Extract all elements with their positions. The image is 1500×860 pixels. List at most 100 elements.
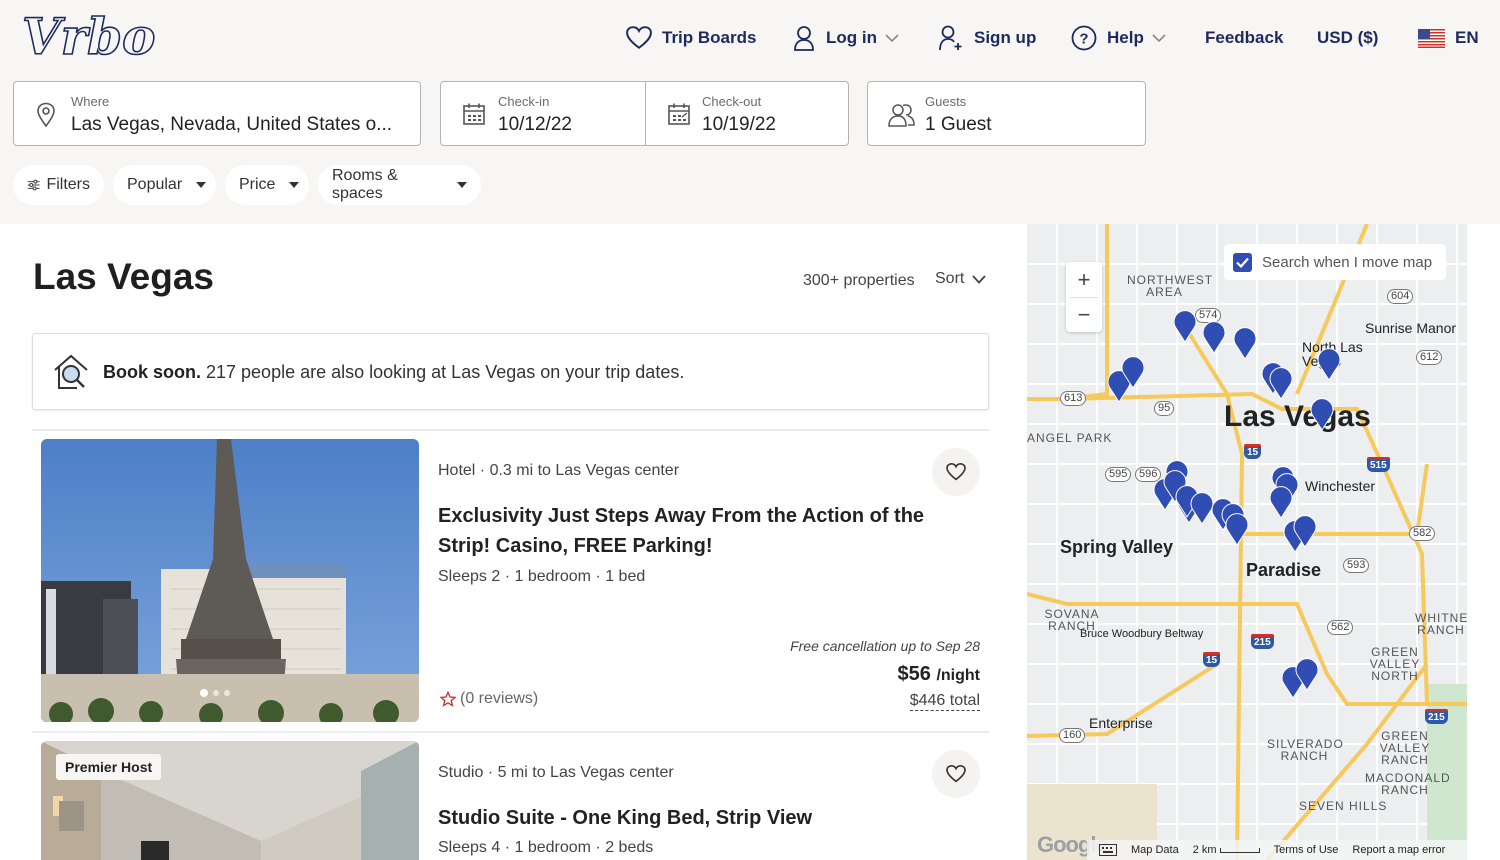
- log-in-menu[interactable]: Log in: [792, 22, 899, 54]
- keyboard-icon[interactable]: [1099, 844, 1117, 856]
- save-to-trip-board-button[interactable]: [932, 750, 980, 798]
- property-count: 300+ properties: [803, 272, 915, 289]
- where-field[interactable]: Where Las Vegas, Nevada, United States o…: [13, 81, 421, 146]
- log-in-label: Log in: [826, 28, 877, 47]
- eiffel-tower-photo: [41, 439, 419, 722]
- interstate-shield: 515: [1367, 457, 1390, 472]
- listing-photo[interactable]: [41, 439, 419, 722]
- add-user-icon: [939, 25, 962, 51]
- reviews-count: (0 reviews): [460, 690, 539, 707]
- guests-label: Guests: [925, 94, 967, 109]
- route-shield: 562: [1327, 620, 1354, 635]
- map-pin[interactable]: [1310, 397, 1334, 431]
- popular-dropdown[interactable]: Popular: [113, 165, 216, 205]
- map-pin[interactable]: [1293, 514, 1317, 548]
- help-icon: ?: [1071, 25, 1097, 51]
- where-value: Las Vegas, Nevada, United States o...: [71, 114, 393, 135]
- report-map-error-link[interactable]: Report a map error: [1352, 844, 1445, 856]
- interstate-shield: 215: [1251, 634, 1274, 649]
- feedback-label: Feedback: [1205, 28, 1284, 47]
- map-label: SILVERADO RANCH: [1267, 737, 1344, 763]
- map-pin[interactable]: [1317, 347, 1341, 381]
- check-out-label: Check-out: [702, 94, 762, 109]
- rooms-spaces-label: Rooms & spaces: [332, 167, 398, 202]
- currency-selector[interactable]: USD ($): [1317, 22, 1378, 54]
- where-label: Where: [71, 94, 110, 109]
- save-to-trip-board-button[interactable]: [932, 448, 980, 496]
- map-label: Paradise: [1246, 560, 1322, 580]
- book-soon-message: 217 people are also looking at Las Vegas…: [201, 362, 685, 382]
- header: Vrbo Trip Boards Log in Sign up ? Help F…: [0, 0, 1500, 224]
- trip-boards-label: Trip Boards: [662, 28, 757, 47]
- map-pin[interactable]: [1121, 355, 1145, 389]
- language-selector[interactable]: EN: [1418, 22, 1479, 54]
- map[interactable]: + − Search when I move map NORTHWEST ARE…: [1027, 224, 1467, 860]
- interstate-shield: 15: [1203, 652, 1221, 667]
- popular-label: Popular: [127, 176, 183, 193]
- map-label: GREEN VALLEY RANCH: [1379, 729, 1431, 767]
- sign-up-label: Sign up: [974, 28, 1037, 47]
- map-pin[interactable]: [1202, 320, 1226, 354]
- search-when-move-toggle[interactable]: Search when I move map: [1224, 244, 1446, 280]
- vrbo-logo[interactable]: Vrbo: [22, 10, 168, 62]
- user-icon: [794, 26, 814, 51]
- sort-dropdown[interactable]: Sort: [935, 270, 987, 288]
- sort-label: Sort: [935, 270, 965, 287]
- check-out-field[interactable]: Check-out 10/19/22: [645, 81, 849, 146]
- total-price[interactable]: $446 total: [909, 692, 980, 711]
- map-pin[interactable]: [1173, 309, 1197, 343]
- map-label: SEVEN HILLS: [1299, 799, 1388, 813]
- map-label: MACDONALD RANCH: [1365, 771, 1451, 797]
- map-label: ANGEL PARK: [1027, 431, 1113, 445]
- sign-up-link[interactable]: Sign up: [938, 22, 1036, 54]
- checkmark-icon: [1236, 257, 1249, 268]
- language-label: EN: [1455, 28, 1479, 47]
- listing-meta: Studio · 5 mi to Las Vegas center: [438, 764, 674, 781]
- check-in-field[interactable]: Check-in 10/12/22: [440, 81, 646, 146]
- help-menu[interactable]: ? Help: [1071, 22, 1166, 54]
- price-dropdown[interactable]: Price: [225, 165, 309, 205]
- route-shield: 612: [1416, 350, 1443, 365]
- zoom-in-button[interactable]: +: [1066, 262, 1102, 297]
- map-pin[interactable]: [1269, 366, 1293, 400]
- map-pin[interactable]: [1225, 512, 1249, 546]
- svg-text:Vrbo: Vrbo: [22, 10, 155, 62]
- zoom-out-button[interactable]: −: [1066, 297, 1102, 332]
- listing-title[interactable]: Studio Suite - One King Bed, Strip View: [438, 803, 958, 833]
- check-in-label: Check-in: [498, 94, 550, 109]
- guests-icon: [888, 104, 915, 127]
- map-pin[interactable]: [1295, 657, 1319, 691]
- filters-button[interactable]: Filters: [13, 165, 104, 205]
- checkbox-checked[interactable]: [1233, 252, 1252, 272]
- trip-boards-link[interactable]: Trip Boards: [626, 22, 756, 54]
- currency-label: USD ($): [1317, 28, 1379, 47]
- map-scale-label: 2 km: [1192, 844, 1217, 856]
- map-label: GREEN VALLEY NORTH: [1369, 645, 1421, 683]
- guests-field[interactable]: Guests 1 Guest: [867, 81, 1146, 146]
- rooms-spaces-dropdown[interactable]: Rooms & spaces: [318, 165, 481, 205]
- map-scale: 2 km: [1193, 844, 1260, 856]
- route-shield: 595: [1105, 467, 1132, 482]
- check-in-value: 10/12/22: [498, 114, 572, 135]
- map-label: Sunrise Manor: [1365, 320, 1457, 336]
- listing-title[interactable]: Exclusivity Just Steps Away From the Act…: [438, 501, 958, 561]
- svg-text:?: ?: [1079, 31, 1088, 48]
- help-label: Help: [1107, 28, 1144, 47]
- map-label: Las Vegas: [1224, 400, 1371, 433]
- map-label: NORTHWEST AREA: [1127, 273, 1214, 299]
- route-shield: 613: [1060, 391, 1087, 406]
- terms-link[interactable]: Terms of Use: [1274, 844, 1339, 856]
- map-label: WHITNEY RANCH: [1415, 611, 1467, 637]
- feedback-link[interactable]: Feedback: [1205, 22, 1283, 54]
- map-pin[interactable]: [1269, 485, 1293, 519]
- caret-down-icon: [196, 182, 207, 188]
- price-unit: /night: [936, 667, 980, 684]
- divider: [32, 731, 989, 733]
- map-label: Enterprise: [1089, 715, 1153, 731]
- map-pin[interactable]: [1233, 326, 1257, 360]
- calendar-icon: [668, 103, 690, 125]
- route-shield: 604: [1387, 289, 1414, 304]
- map-data-link[interactable]: Map Data: [1131, 844, 1179, 856]
- house-search-icon: [54, 354, 88, 389]
- heart-icon: [626, 26, 652, 49]
